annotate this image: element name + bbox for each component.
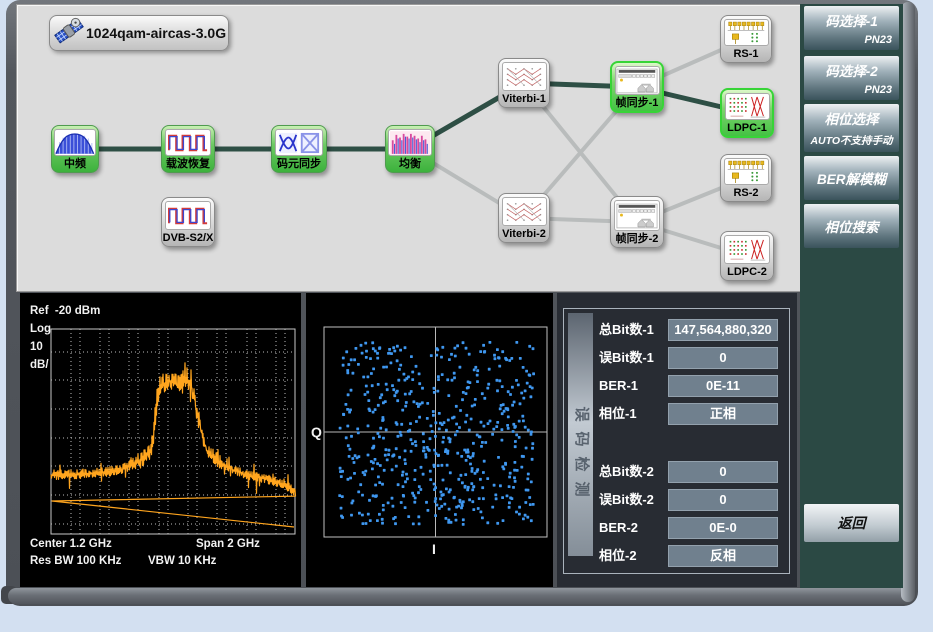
node-label: Viterbi-2 xyxy=(502,226,546,242)
ber-row-label: BER-1 xyxy=(599,375,638,397)
node-dvb[interactable]: DVB-S2/X xyxy=(161,197,215,247)
node-vit2[interactable]: Viterbi-2 xyxy=(498,193,550,243)
ber-row-value: 0E-0 xyxy=(668,517,778,539)
node-label: RS-2 xyxy=(733,185,758,201)
back-button[interactable]: 返回 xyxy=(804,504,899,542)
ber-row-label: 相位-2 xyxy=(599,545,637,567)
node-label: LDPC-1 xyxy=(727,120,767,136)
node-label: Viterbi-1 xyxy=(502,91,546,107)
node-fs2[interactable]: 帧同步-2 xyxy=(610,196,664,248)
signal-title-label: 1024qam-aircas-3.0G xyxy=(86,25,226,41)
ber-side-label: 误码检测 xyxy=(569,344,594,569)
node-label: RS-1 xyxy=(733,46,758,62)
ber-row-value: 0 xyxy=(668,461,778,483)
ber-row-label: BER-2 xyxy=(599,517,638,539)
frame-right-bar xyxy=(901,2,915,602)
spectrum-panel: Ref -20 dBm Log 10 dB/ Center 1.2 GHz Sp… xyxy=(20,293,301,587)
spectrum-ref-label: Ref -20 dBm xyxy=(30,305,100,317)
ber-panel: 误码检测 总Bit数-1 147,564,880,320 误Bit数-1 0 BER-1… xyxy=(557,293,797,587)
frame-bottom-bar xyxy=(8,588,914,604)
constellation-panel: Q I xyxy=(306,293,553,587)
sidebar-button-sublabel: AUTO不支持手动 xyxy=(804,133,899,148)
node-if[interactable]: 中频 xyxy=(51,125,99,173)
node-symsync[interactable]: 码元同步 xyxy=(271,125,327,173)
ber-row-value: 正相 xyxy=(668,403,778,425)
ber-side-bar: 误码检测 xyxy=(568,313,593,556)
rs-icon xyxy=(724,19,769,46)
equalizer-icon xyxy=(388,129,431,156)
ber-row-label: 总Bit数-1 xyxy=(599,319,654,341)
node-rs2[interactable]: RS-2 xyxy=(720,154,772,202)
spectrum-vbw-label: VBW 10 KHz xyxy=(148,555,216,567)
constellation-q-label: Q xyxy=(311,424,322,440)
framesync-icon xyxy=(615,66,660,95)
node-label: 码元同步 xyxy=(277,156,321,172)
ber-row-label: 误Bit数-2 xyxy=(599,489,654,511)
spectrum-icon xyxy=(54,129,96,156)
sidebar-button-4[interactable]: BER解模糊 xyxy=(804,156,899,200)
sidebar-button-5[interactable]: 相位搜索 xyxy=(804,204,899,248)
node-ldpc2[interactable]: LDPC-2 xyxy=(720,231,774,281)
spectrum-db-label: dB/ xyxy=(30,359,49,371)
squarewave-icon xyxy=(165,201,212,230)
eye-icon xyxy=(275,129,323,156)
sidebar-button-label: 相位选择 xyxy=(804,108,899,128)
node-label: 帧同步-2 xyxy=(616,231,659,247)
trellis-icon xyxy=(502,62,547,91)
ber-row-value: 0 xyxy=(668,347,778,369)
node-label: 载波恢复 xyxy=(166,156,210,172)
spectrum-log-label: Log xyxy=(30,323,51,335)
sidebar-button-2[interactable]: 码选择-2 PN23 xyxy=(804,56,899,100)
spectrum-center-label: Center 1.2 GHz xyxy=(30,538,112,550)
trellis-icon xyxy=(502,197,547,226)
framesync-icon xyxy=(614,200,661,231)
ber-row-label: 误Bit数-1 xyxy=(599,347,654,369)
node-fs1[interactable]: 帧同步-1 xyxy=(610,61,664,113)
sidebar-button-1[interactable]: 码选择-1 PN23 xyxy=(804,6,899,50)
signal-chain-panel: 1024qam-aircas-3.0G 中频 载波恢复 码元同步 均衡 DVB-S2/X… xyxy=(16,4,802,292)
satellite-icon xyxy=(54,16,84,51)
spectrum-span-label: Span 2 GHz xyxy=(196,538,260,550)
sidebar-button-sublabel: PN23 xyxy=(864,84,892,96)
ber-row-label: 相位-1 xyxy=(599,403,637,425)
ldpc-icon xyxy=(724,235,771,264)
squarewave-icon xyxy=(165,129,212,156)
spectrum-log-step: 10 xyxy=(30,341,43,353)
node-label: LDPC-2 xyxy=(727,264,767,280)
sidebar-button-label: 码选择-2 xyxy=(804,60,899,80)
ber-row-value: 0 xyxy=(668,489,778,511)
sidebar-button-3[interactable]: 相位选择 AUTO不支持手动 xyxy=(804,104,899,152)
node-label: 帧同步-1 xyxy=(616,95,659,111)
node-carrier[interactable]: 载波恢复 xyxy=(161,125,215,173)
node-rs1[interactable]: RS-1 xyxy=(720,15,772,63)
node-label: DVB-S2/X xyxy=(163,230,214,246)
ber-row-value: 反相 xyxy=(668,545,778,567)
node-ldpc1[interactable]: LDPC-1 xyxy=(720,88,774,138)
ldpc-icon xyxy=(725,93,770,120)
sidebar-button-label: 相位搜索 xyxy=(804,216,899,236)
node-vit1[interactable]: Viterbi-1 xyxy=(498,58,550,108)
constellation-i-label: I xyxy=(432,541,436,557)
node-eq[interactable]: 均衡 xyxy=(385,125,435,173)
sidebar: 码选择-1 PN23 码选择-2 PN23 相位选择 AUTO不支持手动 BER解模糊相位搜… xyxy=(800,4,903,588)
constellation-plot xyxy=(306,293,553,587)
signal-title-button[interactable]: 1024qam-aircas-3.0G xyxy=(49,15,229,51)
rs-icon xyxy=(724,158,769,185)
spectrum-rbw-label: Res BW 100 KHz xyxy=(30,555,121,567)
node-label: 中频 xyxy=(64,156,86,172)
node-label: 均衡 xyxy=(399,156,421,172)
sidebar-button-sublabel: PN23 xyxy=(864,34,892,46)
sidebar-button-label: BER解模糊 xyxy=(804,168,899,188)
ber-row-value: 147,564,880,320 xyxy=(668,319,778,341)
sidebar-button-label: 码选择-1 xyxy=(804,10,899,30)
ber-row-value: 0E-11 xyxy=(668,375,778,397)
ber-row-label: 总Bit数-2 xyxy=(599,461,654,483)
